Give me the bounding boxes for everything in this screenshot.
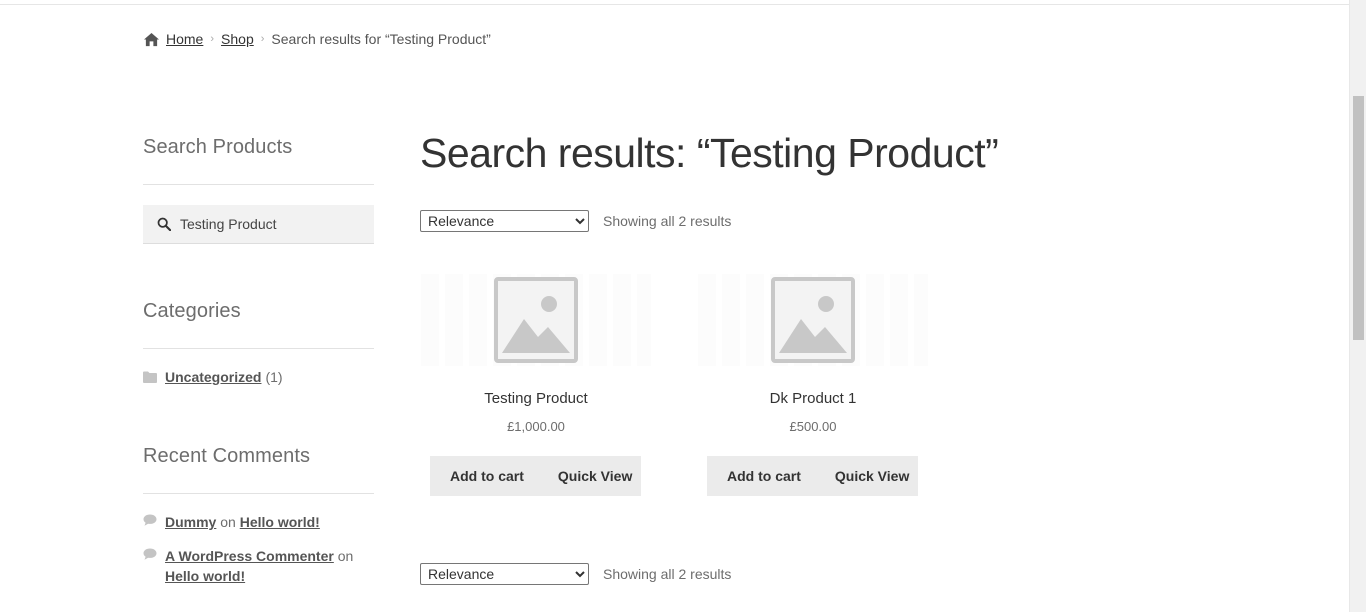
widget-divider <box>143 493 374 494</box>
product-card: Dk Product 1 £500.00 Add to cart Quick V… <box>698 268 928 496</box>
product-price: £1,000.00 <box>507 419 565 434</box>
breadcrumb-separator: › <box>210 33 215 45</box>
category-link-uncategorized[interactable]: Uncategorized <box>165 369 261 385</box>
category-item: Uncategorized (1) <box>143 369 283 385</box>
breadcrumb-current: Search results for “Testing Product” <box>271 31 491 47</box>
result-count-top: Showing all 2 results <box>603 213 732 229</box>
search-widget-title: Search Products <box>143 136 293 158</box>
comment-icon <box>143 514 157 526</box>
result-count-bottom: Showing all 2 results <box>603 566 732 582</box>
page-title: Search results: “Testing Product” <box>420 130 999 176</box>
add-to-cart-button[interactable]: Add to cart <box>450 468 524 484</box>
search-icon[interactable] <box>157 217 171 231</box>
recent-comment-item: Dummy on Hello world! <box>143 512 374 532</box>
comment-icon <box>143 548 157 560</box>
add-to-cart-button[interactable]: Add to cart <box>727 468 801 484</box>
comment-author-link[interactable]: A WordPress Commenter <box>165 548 334 564</box>
category-count: (1) <box>265 369 283 385</box>
widget-divider <box>143 348 374 349</box>
quick-view-button[interactable]: Quick View <box>558 468 632 484</box>
product-actions: Add to cart Quick View <box>707 456 918 496</box>
breadcrumb-shop-link[interactable]: Shop <box>221 31 254 47</box>
scrollbar-thumb[interactable] <box>1353 96 1364 340</box>
page-scrollbar[interactable] <box>1349 0 1366 612</box>
recent-comments-widget-title: Recent Comments <box>143 445 311 467</box>
product-card: Testing Product £1,000.00 Add to cart Qu… <box>421 268 651 496</box>
orderby-select-top[interactable]: Relevance <box>420 210 589 232</box>
breadcrumb-separator: › <box>260 33 265 45</box>
product-image[interactable] <box>421 268 651 372</box>
folder-icon <box>143 371 157 383</box>
product-price: £500.00 <box>789 419 837 434</box>
product-search-box[interactable] <box>143 205 374 244</box>
home-icon <box>144 32 159 46</box>
search-input[interactable] <box>180 216 360 232</box>
product-actions: Add to cart Quick View <box>430 456 641 496</box>
breadcrumb-home-link[interactable]: Home <box>166 31 203 47</box>
comment-on-text: on <box>337 548 354 564</box>
product-image[interactable] <box>698 268 928 372</box>
widget-divider <box>143 184 374 185</box>
orderby-select-bottom[interactable]: Relevance <box>420 563 589 585</box>
header-divider <box>0 4 1349 5</box>
comment-author-link[interactable]: Dummy <box>165 514 216 530</box>
image-placeholder-icon <box>494 277 578 363</box>
image-placeholder-icon <box>771 277 855 363</box>
categories-widget-title: Categories <box>143 300 241 322</box>
comment-post-link[interactable]: Hello world! <box>240 514 320 530</box>
product-title[interactable]: Dk Product 1 <box>698 390 928 407</box>
quick-view-button[interactable]: Quick View <box>835 468 909 484</box>
product-title[interactable]: Testing Product <box>421 390 651 407</box>
recent-comment-item: A WordPress Commenter on Hello world! <box>143 546 374 586</box>
comment-on-text: on <box>220 514 236 530</box>
comment-post-link[interactable]: Hello world! <box>165 568 245 584</box>
breadcrumb: Home › Shop › Search results for “Testin… <box>143 29 491 49</box>
